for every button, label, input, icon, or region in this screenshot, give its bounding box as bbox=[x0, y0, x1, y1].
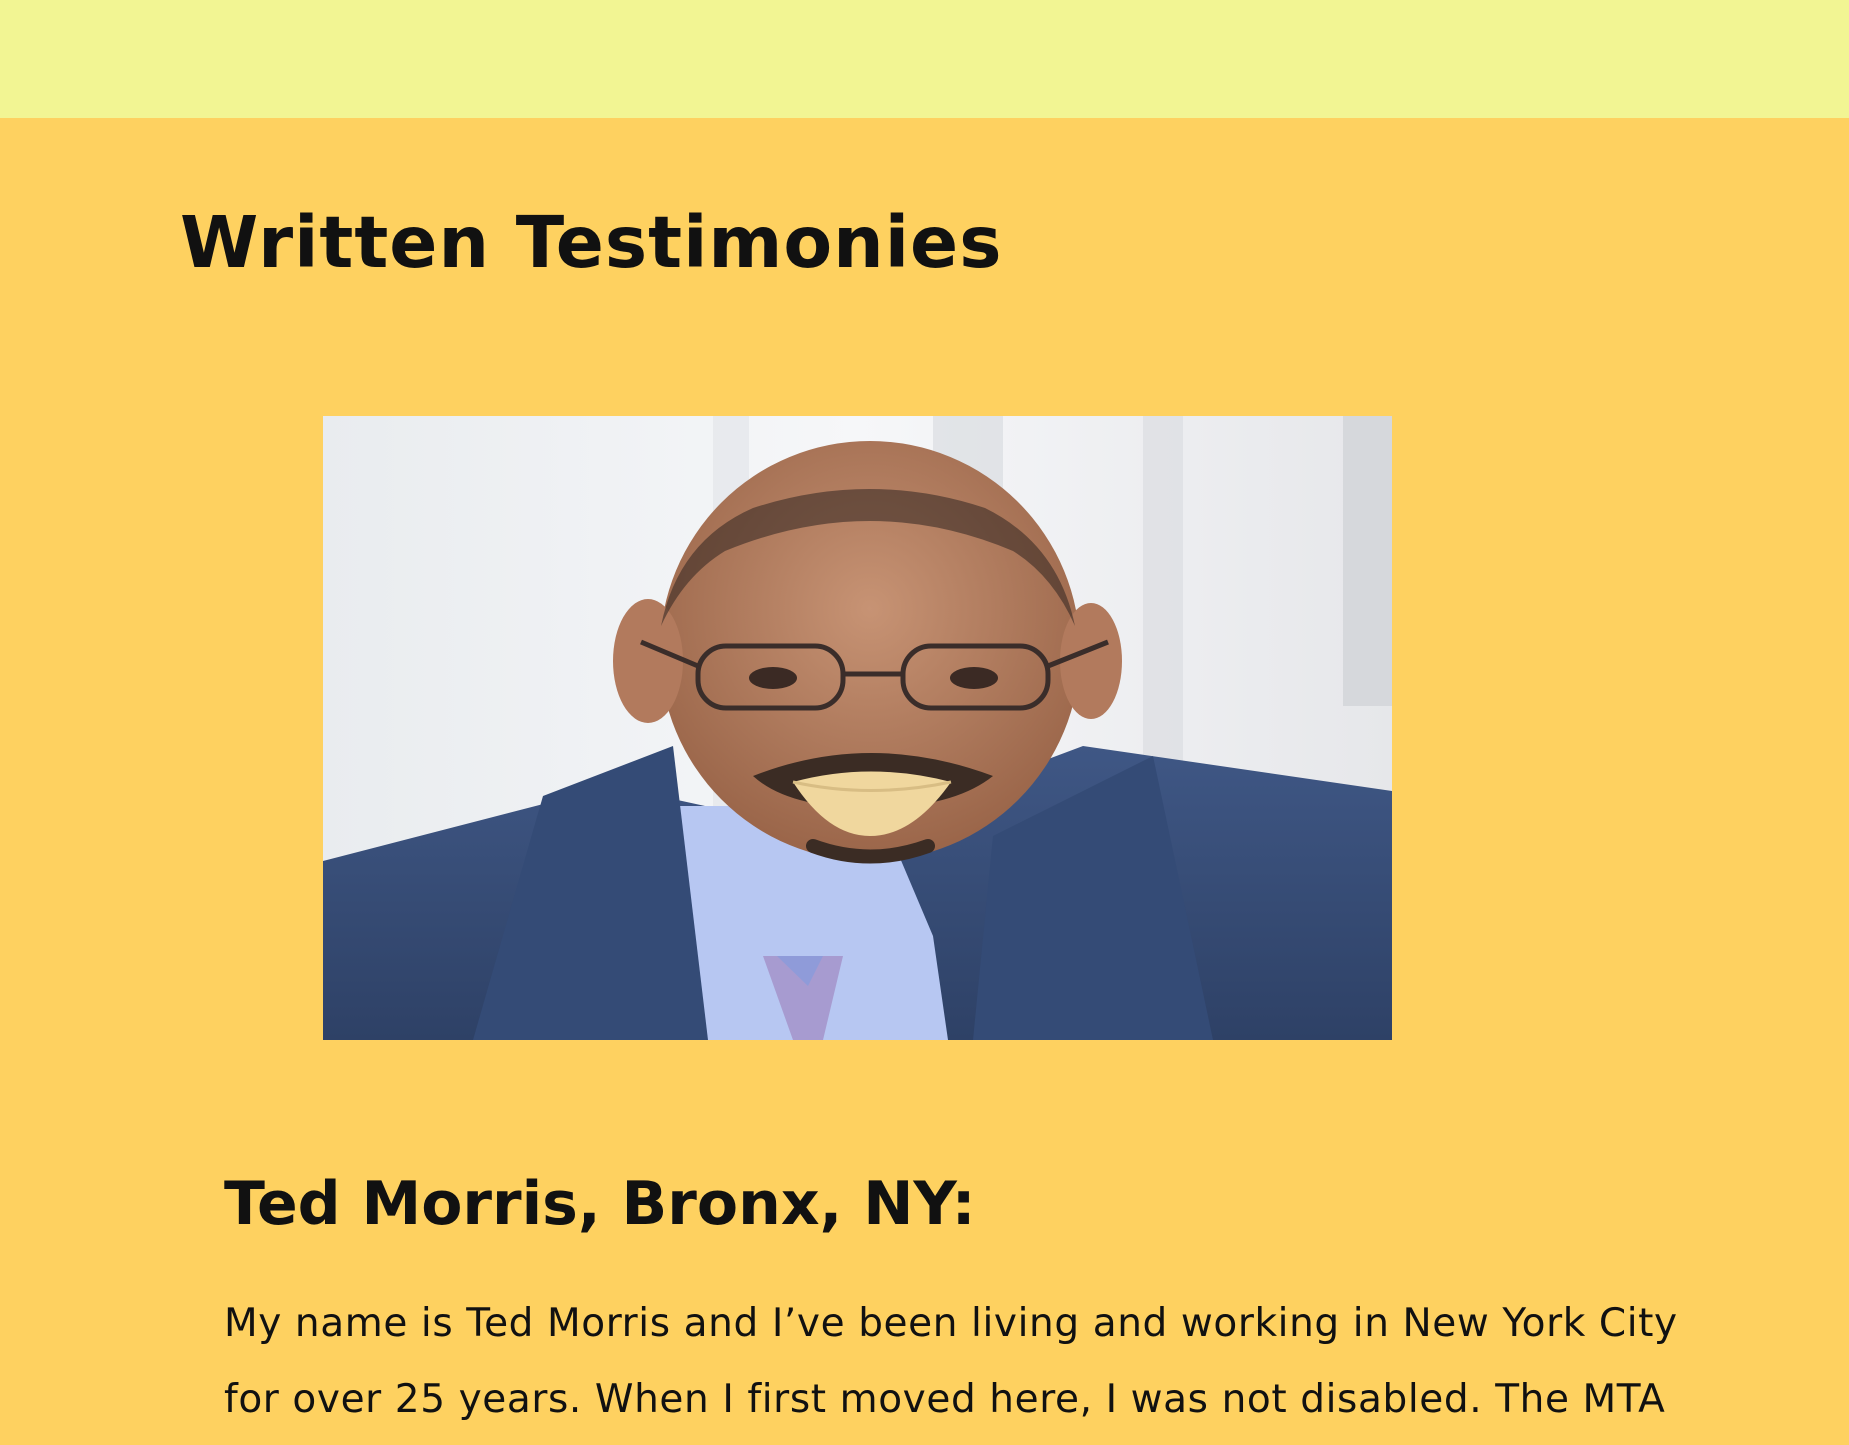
portrait-photo-icon bbox=[323, 416, 1392, 1040]
testimonial-photo bbox=[323, 416, 1392, 1040]
page-title: Written Testimonies bbox=[180, 201, 1003, 284]
testimonial-body: My name is Ted Morris and I’ve been livi… bbox=[224, 1301, 1678, 1422]
header-band bbox=[0, 0, 1849, 118]
testimonial-author-heading: Ted Morris, Bronx, NY: bbox=[224, 1169, 976, 1239]
